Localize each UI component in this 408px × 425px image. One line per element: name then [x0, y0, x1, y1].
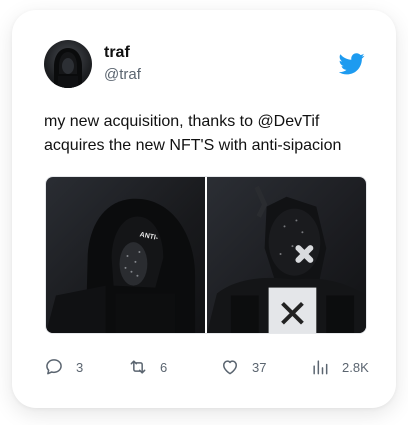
views-chart-icon: [313, 360, 328, 375]
tweet-text: my new acquisition, thanks to @DevTif ac…: [44, 113, 342, 154]
avatar[interactable]: [44, 40, 92, 88]
retweet-icon: [130, 360, 146, 374]
hooded-figure-illustration-icon: ANTI-: [46, 198, 196, 333]
reply-icon: [46, 359, 62, 375]
tweet-media[interactable]: ANTI-: [45, 176, 367, 334]
tweet-card: traf @traf my new acquisition, thanks to…: [12, 10, 396, 408]
views-button[interactable]: 2.8K: [310, 356, 369, 378]
user-handle[interactable]: @traf: [104, 66, 141, 83]
retweet-count: 6: [160, 359, 168, 375]
tweet-actions: 3 6 37 2.8K: [44, 356, 374, 378]
heart-icon: [223, 360, 237, 375]
nft-hooded-figure-image[interactable]: ANTI-: [46, 177, 207, 333]
like-count: 37: [252, 359, 267, 375]
reply-button[interactable]: 3: [44, 356, 83, 378]
retweet-button[interactable]: 6: [128, 356, 167, 378]
views-count: 2.8K: [342, 359, 369, 375]
nft-robot-figure-image[interactable]: [207, 177, 366, 333]
hooded-figure-avatar-icon: [54, 48, 82, 88]
user-display-name[interactable]: traf: [104, 44, 130, 62]
reply-count: 3: [76, 359, 84, 375]
twitter-bird-icon[interactable]: [339, 53, 365, 75]
like-button[interactable]: 37: [220, 356, 266, 378]
robot-figure-illustration-icon: [207, 185, 366, 333]
